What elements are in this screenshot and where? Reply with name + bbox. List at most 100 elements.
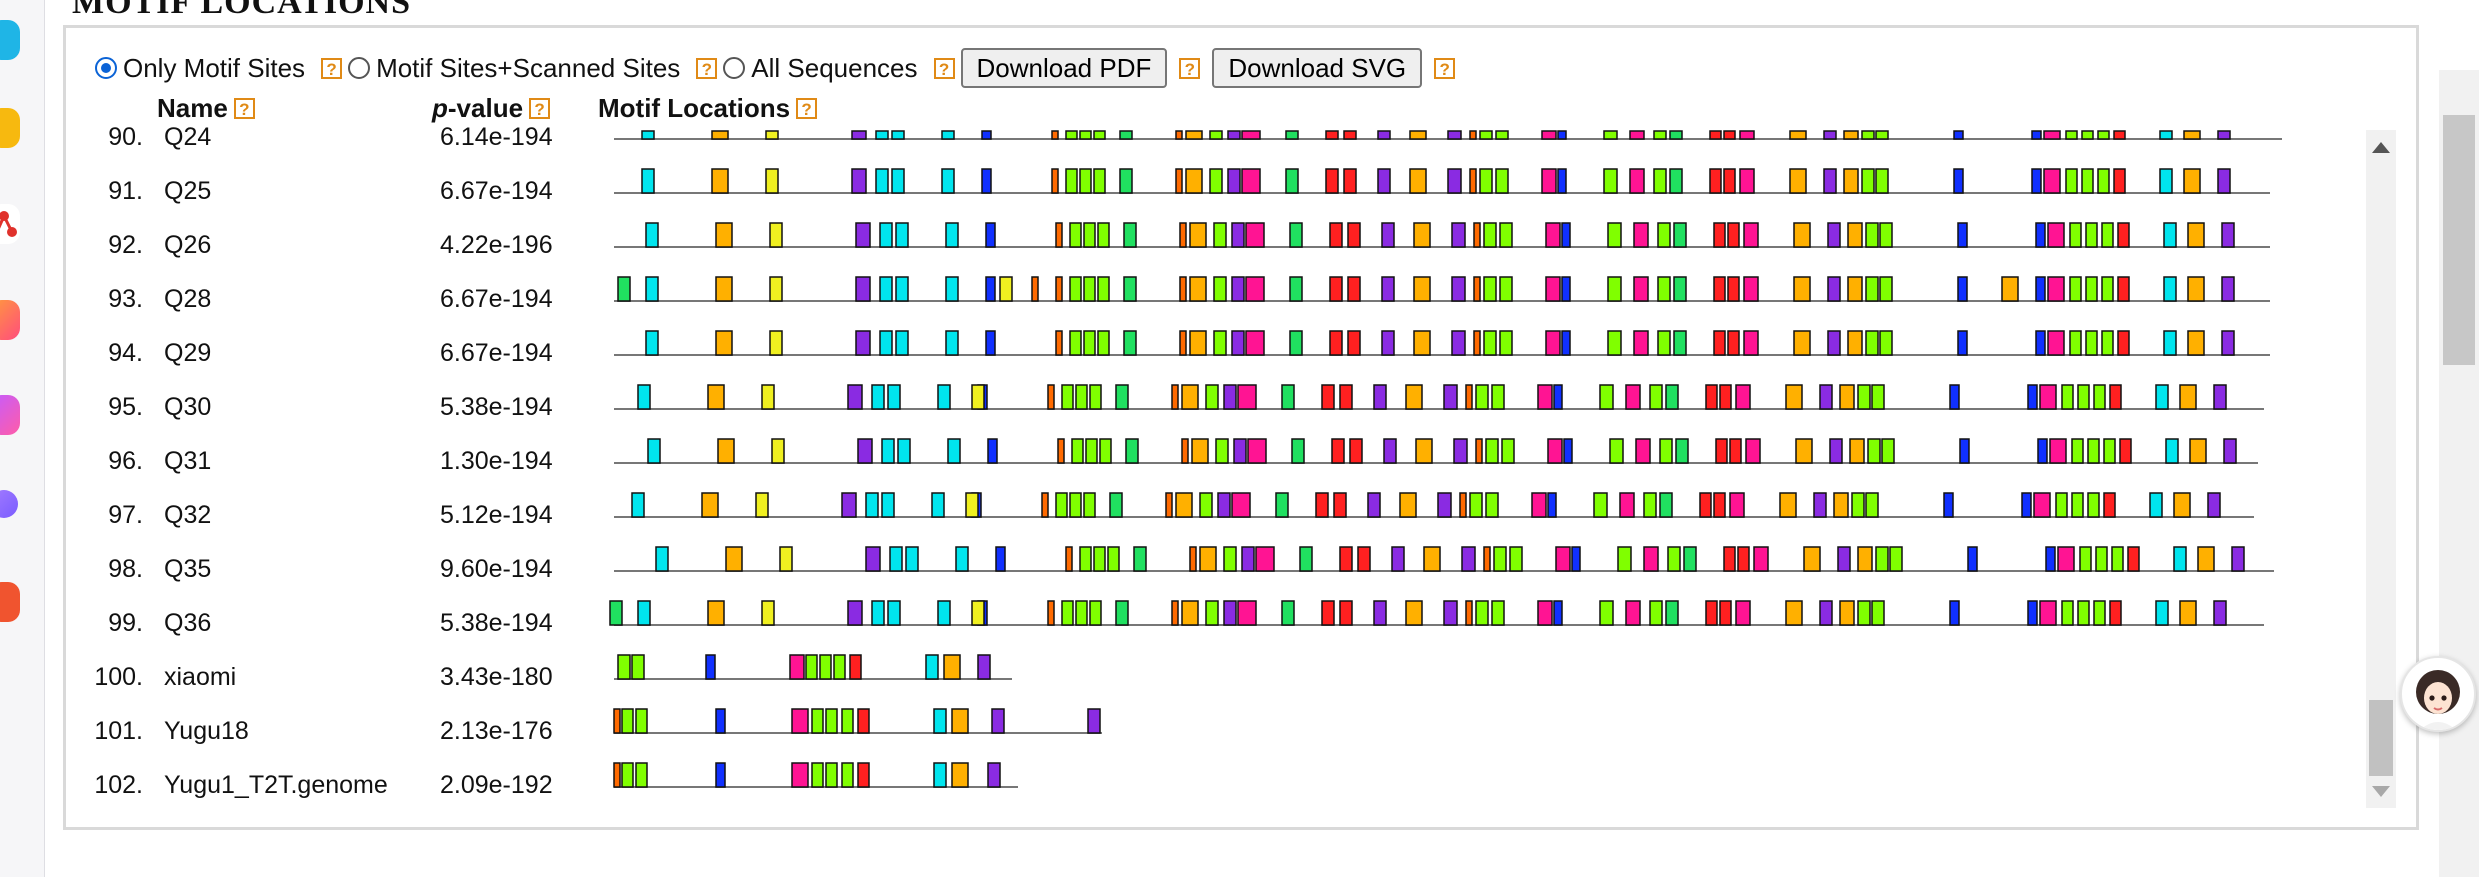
motif-block[interactable] <box>1495 168 1509 194</box>
motif-block[interactable] <box>1653 168 1667 194</box>
motif-block[interactable] <box>1735 384 1751 410</box>
motif-block[interactable] <box>1123 276 1137 302</box>
motif-block[interactable] <box>1501 438 1515 464</box>
motif-block[interactable] <box>1055 492 1068 518</box>
motif-block[interactable] <box>1181 384 1199 410</box>
motif-block[interactable] <box>1743 276 1759 302</box>
motif-block[interactable] <box>965 492 979 518</box>
motif-block[interactable] <box>857 762 870 788</box>
motif-block[interactable] <box>1231 276 1245 302</box>
motif-block[interactable] <box>779 546 793 572</box>
motif-block[interactable] <box>1083 492 1096 518</box>
motif-block[interactable] <box>879 276 893 302</box>
motif-block[interactable] <box>2183 130 2201 140</box>
motif-block[interactable] <box>855 222 871 248</box>
motif-block[interactable] <box>1097 330 1110 356</box>
motif-block[interactable] <box>1107 546 1120 572</box>
motif-block[interactable] <box>2085 276 2098 302</box>
motif-block[interactable] <box>1659 438 1673 464</box>
motif-block[interactable] <box>1483 546 1491 572</box>
motif-block[interactable] <box>1545 330 1561 356</box>
motif-block[interactable] <box>1347 276 1361 302</box>
motif-block[interactable] <box>2035 276 2046 302</box>
motif-block[interactable] <box>1205 600 1219 626</box>
motif-block[interactable] <box>2149 492 2163 518</box>
motif-block[interactable] <box>2081 168 2094 194</box>
motif-block[interactable] <box>1607 330 1622 356</box>
motif-block[interactable] <box>1405 600 1423 626</box>
motif-block[interactable] <box>2155 384 2169 410</box>
motif-block[interactable] <box>645 222 659 248</box>
motif-block[interactable] <box>933 708 947 734</box>
motif-block[interactable] <box>1823 130 1837 140</box>
motif-block[interactable] <box>1709 130 1722 140</box>
motif-block[interactable] <box>2069 276 2082 302</box>
motif-block[interactable] <box>1493 546 1507 572</box>
motif-block[interactable] <box>941 130 955 140</box>
motif-block[interactable] <box>2077 600 2090 626</box>
motif-block[interactable] <box>617 276 631 302</box>
motif-block[interactable] <box>1485 438 1499 464</box>
motif-block[interactable] <box>1709 168 1722 194</box>
scroll-up-icon[interactable] <box>2372 142 2390 153</box>
motif-block[interactable] <box>1175 130 1183 140</box>
motif-block[interactable] <box>1723 130 1736 140</box>
motif-block[interactable] <box>1795 438 1813 464</box>
motif-block[interactable] <box>1083 330 1096 356</box>
motif-block[interactable] <box>1123 330 1137 356</box>
motif-block[interactable] <box>2155 600 2169 626</box>
motif-block[interactable] <box>1879 276 1893 302</box>
motif-block[interactable] <box>1223 546 1237 572</box>
motif-block[interactable] <box>985 222 996 248</box>
motif-block[interactable] <box>1889 546 1903 572</box>
motif-block[interactable] <box>1241 130 1261 140</box>
motif-block[interactable] <box>1079 546 1092 572</box>
motif-block[interactable] <box>1953 130 1964 140</box>
motif-block[interactable] <box>1055 276 1063 302</box>
motif-block[interactable] <box>2103 492 2116 518</box>
motif-block[interactable] <box>1857 384 1871 410</box>
motif-block[interactable] <box>879 330 893 356</box>
motif-block[interactable] <box>895 222 909 248</box>
motif-block[interactable] <box>1299 546 1313 572</box>
motif-block[interactable] <box>2039 384 2057 410</box>
motif-block[interactable] <box>1469 130 1477 140</box>
motif-block[interactable] <box>947 438 961 464</box>
motif-block[interactable] <box>2163 330 2177 356</box>
motif-block[interactable] <box>765 168 779 194</box>
motif-block[interactable] <box>769 276 783 302</box>
motif-block[interactable] <box>637 384 651 410</box>
motif-block[interactable] <box>1603 168 1618 194</box>
motif-block[interactable] <box>1289 222 1303 248</box>
motif-block[interactable] <box>2043 168 2061 194</box>
motif-block[interactable] <box>1839 384 1855 410</box>
motif-block[interactable] <box>715 762 726 788</box>
motif-block[interactable] <box>1827 330 1841 356</box>
motif-block[interactable] <box>769 222 783 248</box>
motif-block[interactable] <box>951 762 969 788</box>
motif-block[interactable] <box>1247 438 1267 464</box>
motif-block[interactable] <box>1089 384 1102 410</box>
motif-block[interactable] <box>1255 546 1275 572</box>
motif-block[interactable] <box>1659 492 1673 518</box>
motif-block[interactable] <box>2101 222 2114 248</box>
motif-block[interactable] <box>1189 546 1197 572</box>
motif-block[interactable] <box>791 762 809 788</box>
motif-block[interactable] <box>1459 492 1467 518</box>
motif-block[interactable] <box>2187 276 2205 302</box>
motif-block[interactable] <box>1735 600 1751 626</box>
motif-block[interactable] <box>931 492 945 518</box>
motif-block[interactable] <box>1031 276 1039 302</box>
motif-block[interactable] <box>1189 222 1207 248</box>
motif-block[interactable] <box>887 384 901 410</box>
motif-block[interactable] <box>2085 222 2098 248</box>
motif-block[interactable] <box>1491 384 1505 410</box>
motif-block[interactable] <box>1485 492 1499 518</box>
motif-block[interactable] <box>1561 276 1571 302</box>
motif-block[interactable] <box>2087 438 2100 464</box>
motif-block[interactable] <box>1329 222 1343 248</box>
motif-block[interactable] <box>1447 168 1462 194</box>
motif-block[interactable] <box>2183 168 2201 194</box>
scroll-down-icon[interactable] <box>2372 786 2390 797</box>
motif-block[interactable] <box>971 384 985 410</box>
